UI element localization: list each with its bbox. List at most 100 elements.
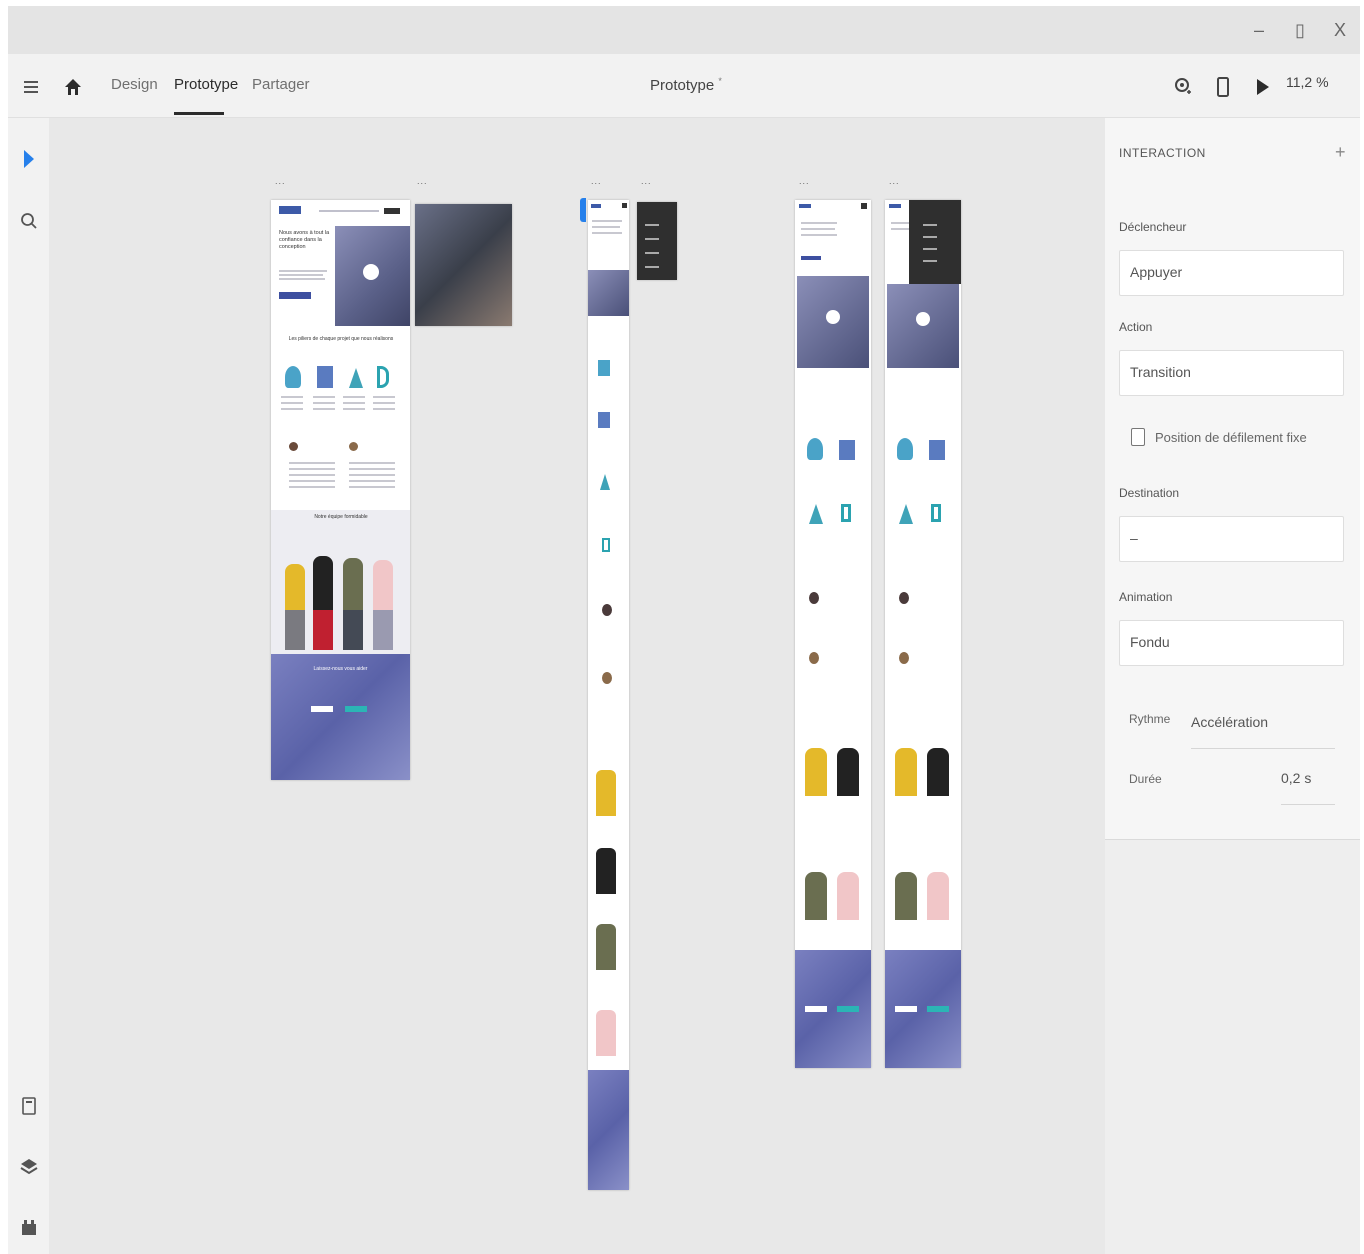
tab-design[interactable]: Design [111,76,158,93]
testimonial-avatar-2 [349,442,358,451]
m-team-1 [596,770,616,816]
team-member-3 [343,558,363,610]
document-assets-icon[interactable] [16,1093,42,1119]
fixed-scroll-label: Position de défilement fixe [1155,430,1307,445]
m-menu [622,203,627,208]
t1-pillar-2 [839,440,855,460]
interaction-header: INTERACTION [1119,146,1206,160]
select-arrow-icon[interactable] [16,146,42,172]
t2-pillar-4 [931,504,941,522]
t1-team-3 [805,872,827,920]
t1-play-icon [826,310,840,324]
document-title: Prototype * [650,76,722,94]
t1-menu [861,203,867,209]
zoom-level[interactable]: 11,2 % [1286,74,1329,90]
easing-underline [1191,748,1335,749]
t2-play-icon [916,312,930,326]
artboard-photo[interactable] [415,204,512,326]
t2-logo [889,204,901,208]
m-team-2 [596,848,616,894]
t1-avatar-1 [809,592,819,604]
t1-team-4 [837,872,859,920]
t1-pillar-4 [841,504,851,522]
interaction-panel: INTERACTION + Déclencheur Appuyer Action… [1105,118,1360,840]
t1-cta-button-1 [805,1006,827,1012]
destination-dropdown[interactable]: – [1119,516,1344,562]
document-title-text: Prototype [650,77,715,94]
artboard-menu-icon-3[interactable]: ... [591,176,602,186]
m-pillar-2 [598,412,610,428]
hero-image [335,226,410,326]
pillar-icon-1 [285,366,301,388]
tab-share[interactable]: Partager [252,76,310,93]
t1-team-1 [805,748,827,796]
t1-hero-image [797,276,869,368]
action-dropdown[interactable]: Transition [1119,350,1344,396]
t2-pillar-3 [899,504,913,524]
interaction-handle[interactable] [580,198,586,222]
action-label: Action [1119,320,1153,334]
artboard-desktop[interactable]: Nous avons à tout la confiance dans la c… [271,200,410,780]
pillar-icon-3 [349,368,363,388]
t1-cta-button-2 [837,1006,859,1012]
easing-dropdown[interactable]: Accélération [1191,714,1268,730]
m-team-4 [596,1010,616,1056]
pillar-icon-2 [317,366,333,388]
animation-dropdown[interactable]: Fondu [1119,620,1344,666]
team-member-2 [313,556,333,610]
record-video-icon[interactable] [1170,74,1196,100]
duration-label: Durée [1129,772,1162,786]
t2-pillar-1 [897,438,913,460]
artboard-menu-icon-4[interactable]: ... [641,176,652,186]
layers-icon[interactable] [16,1154,42,1180]
artboard-mobile[interactable] [588,200,629,1190]
destination-label: Destination [1119,486,1180,500]
close-button[interactable]: X [1326,18,1354,42]
t2-cta-button-2 [927,1006,949,1012]
t1-pillar-3 [809,504,823,524]
pillars-title: Les piliers de chaque projet que nous ré… [288,336,394,342]
team-member-3-legs [343,610,363,650]
t1-team-2 [837,748,859,796]
trigger-dropdown[interactable]: Appuyer [1119,250,1344,296]
team-member-2-legs [313,610,333,650]
mobile-device-icon[interactable] [1210,74,1236,100]
artboard-menu-overlay[interactable] [637,202,677,280]
plugins-icon[interactable] [16,1214,42,1240]
cta-section: Laissez-nous vous aider [271,654,410,780]
team-member-4 [373,560,393,610]
hamburger-menu-icon[interactable] [18,74,44,100]
artboard-menu-icon-5[interactable]: ... [799,176,810,186]
artboard-menu-icon-2[interactable]: ... [417,176,428,186]
duration-underline [1281,804,1335,805]
team-member-1 [285,564,305,610]
design-canvas[interactable]: ... Nous avons à tout la confiance dans … [49,118,1105,1254]
property-inspector: INTERACTION + Déclencheur Appuyer Action… [1105,118,1360,1254]
artboard-menu-icon-6[interactable]: ... [889,176,900,186]
t2-hero-image [887,284,959,368]
t2-pillar-2 [929,440,945,460]
m-avatar-1 [602,604,612,616]
xd-app-window: – ▯ X Design Prototype Partager Prototyp… [8,6,1360,1254]
home-icon[interactable] [60,74,86,100]
pillar-icon-4 [377,366,389,388]
duration-input[interactable]: 0,2 s [1281,770,1311,786]
m-avatar-2 [602,672,612,684]
hero-cta [279,292,311,299]
maximize-button[interactable]: ▯ [1286,18,1314,42]
t2-menu-overlay [909,200,961,284]
t1-avatar-2 [809,652,819,664]
play-video-icon [363,264,379,280]
artboard-tablet-2[interactable] [885,200,961,1068]
add-interaction-button[interactable]: + [1335,142,1346,163]
m-hero-image [588,270,629,316]
artboard-tablet-1[interactable] [795,200,871,1068]
minimize-button[interactable]: – [1245,18,1273,42]
t2-avatar-1 [899,592,909,604]
tab-prototype[interactable]: Prototype [174,76,238,93]
play-icon[interactable] [1250,74,1276,100]
zoom-search-icon[interactable] [16,208,42,234]
fixed-scroll-checkbox[interactable] [1131,428,1145,446]
nav-links [319,210,379,212]
artboard-menu-icon[interactable]: ... [275,176,286,186]
